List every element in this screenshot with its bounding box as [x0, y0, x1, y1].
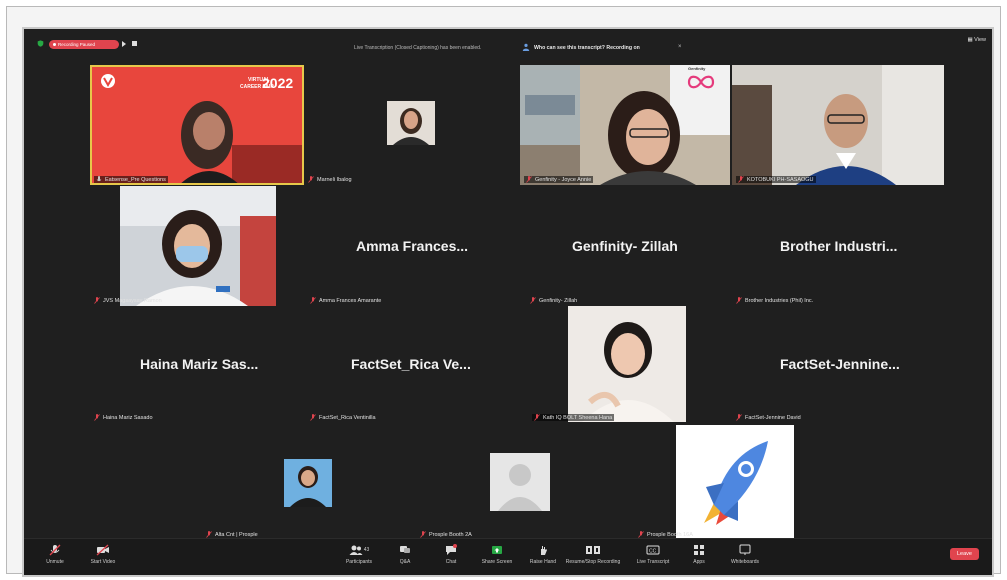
meeting-toolbar: Unmute Start Video 43 Participants Q&A C…	[24, 538, 992, 575]
participant-video: Genfinity	[520, 65, 730, 185]
participant-tile[interactable]: JVS Magsaysay Ramon	[90, 186, 304, 306]
mic-muted-icon	[420, 531, 426, 538]
mic-muted-icon	[308, 176, 314, 183]
participant-name-label: Kath IQ BOLT Sheena Hana	[532, 414, 615, 421]
share-screen-icon	[492, 546, 502, 554]
view-label: View	[974, 37, 986, 43]
participant-tile[interactable]: Prosple Booth 16A	[628, 425, 840, 541]
participant-name-label: Amma Frances Amarante	[310, 297, 381, 304]
participant-name-label: Alta Cnt | Prosple	[206, 531, 258, 538]
genfinity-logo-icon	[687, 75, 715, 89]
participant-tile[interactable]: Haina Mariz Sas... Haina Mariz Sasado	[90, 306, 304, 424]
participant-name-label: Prosple Booth 16A	[638, 531, 693, 538]
participant-tile[interactable]: Kath IQ BOLT Sheena Hana	[520, 306, 730, 424]
participant-video	[568, 306, 686, 422]
participant-tile[interactable]: Prosple Booth 2A	[414, 425, 626, 541]
mic-muted-icon	[738, 176, 744, 183]
mic-muted-icon	[736, 297, 742, 304]
chat-icon	[446, 544, 457, 555]
participant-name-label: Prosple Booth 2A	[420, 531, 472, 538]
participant-name-label: Haina Mariz Sasado	[94, 414, 153, 421]
participant-tile[interactable]: Marneli Ibalog	[308, 65, 520, 185]
participant-video	[120, 186, 276, 306]
participant-count: 43	[363, 547, 370, 553]
raise-hand-icon	[541, 546, 547, 555]
participant-name-label: Eatsense_Pre Questions	[94, 176, 168, 183]
participants-icon	[349, 545, 363, 555]
zoom-meeting-window: Recording Paused Live Transcription (Clo…	[22, 27, 994, 577]
mic-muted-icon	[310, 297, 316, 304]
recording-dot-icon	[53, 43, 56, 46]
participant-name-label: Marneli Ibalog	[308, 176, 352, 183]
meeting-topbar: Recording Paused Live Transcription (Clo…	[24, 29, 992, 57]
rocket-icon	[676, 425, 794, 541]
participant-thumbnail	[387, 101, 435, 145]
record-icon	[586, 546, 600, 554]
mic-muted-icon	[49, 544, 61, 556]
stop-recording-icon[interactable]	[132, 41, 137, 46]
participant-display-name: FactSet-Jennine...	[780, 356, 900, 372]
participant-tile[interactable]: FactSet-Jennine... FactSet-Jennine David	[732, 306, 944, 424]
screenshot-frame: Recording Paused Live Transcription (Clo…	[6, 6, 1001, 577]
transcript-visibility-link[interactable]: Who can see this transcript? Recording o…	[534, 45, 640, 51]
participant-tile[interactable]: KOTOBUKI PH-SASAOGU	[732, 65, 944, 185]
whiteboard-icon	[739, 544, 751, 555]
participant-tile[interactable]: Brother Industri... Brother Industries (…	[732, 186, 944, 306]
participant-tile[interactable]: Alta Cnt | Prosple	[200, 425, 412, 541]
participant-name-label: KOTOBUKI PH-SASAOGU	[736, 176, 816, 183]
close-notice-icon[interactable]: ×	[678, 44, 682, 50]
default-user-avatar-icon	[490, 453, 550, 511]
participant-name-label: Brother Industries (Phil) Inc.	[736, 297, 813, 304]
participant-display-name: Genfinity- Zillah	[572, 238, 678, 254]
recording-status-badge: Recording Paused	[49, 40, 119, 49]
view-button[interactable]: ▦ View	[967, 37, 986, 43]
participant-tile[interactable]: Genfinity Genfinity - Joyce Annie	[520, 65, 730, 185]
svg-text:CC: CC	[649, 549, 657, 555]
banner-year: 2022	[262, 75, 294, 91]
cc-icon: CC	[646, 545, 660, 555]
transcript-info-icon	[522, 43, 530, 51]
mic-muted-icon	[736, 414, 742, 421]
mic-muted-icon	[530, 297, 536, 304]
participant-video: VIRTUAL CAREER FAIR 2022	[90, 65, 304, 185]
participant-tile[interactable]: Amma Frances... Amma Frances Amarante	[308, 186, 520, 306]
mic-muted-icon	[638, 531, 644, 538]
video-off-icon	[96, 544, 109, 556]
genfinity-logo-text: Genfinity	[688, 66, 706, 71]
participant-name-label: JVS Magsaysay Ramon	[94, 297, 162, 304]
mic-muted-icon	[534, 414, 540, 421]
default-avatar	[490, 453, 550, 511]
participant-name-label: FactSet-Jennine David	[736, 414, 801, 421]
qa-icon	[400, 546, 410, 553]
mic-muted-icon	[206, 531, 212, 538]
participant-display-name: Amma Frances...	[356, 238, 469, 254]
leave-button[interactable]: Leave	[950, 548, 979, 560]
participant-name-label: Genfinity- Zillah	[530, 297, 577, 304]
participant-display-name: FactSet_Rica Ve...	[351, 356, 471, 372]
caption-notice: Live Transcription (Closed Captioning) h…	[354, 45, 482, 51]
resume-stop-recording-button[interactable]: Resume/Stop Recording	[564, 543, 622, 565]
participant-tile[interactable]: FactSet_Rica Ve... FactSet_Rica Ventinil…	[308, 306, 520, 424]
apps-icon	[694, 545, 704, 555]
participant-logo	[676, 425, 794, 541]
whiteboards-button[interactable]: Whiteboards	[716, 543, 774, 565]
mic-muted-icon	[94, 414, 100, 421]
participant-display-name: Haina Mariz Sas...	[140, 356, 259, 372]
security-shield-icon[interactable]	[37, 40, 44, 47]
mic-icon	[96, 176, 102, 183]
participant-video	[732, 65, 944, 185]
mic-muted-icon	[310, 414, 316, 421]
participant-tile[interactable]: VIRTUAL CAREER FAIR 2022 Eatsense_Pre Qu…	[90, 65, 304, 185]
participant-name-label: Genfinity - Joyce Annie	[524, 176, 594, 183]
participant-display-name: Brother Industri...	[780, 238, 898, 254]
start-video-button[interactable]: Start Video	[74, 543, 132, 565]
mic-muted-icon	[526, 176, 532, 183]
mic-muted-icon	[94, 297, 100, 304]
participant-thumbnail	[284, 459, 332, 507]
participant-name-label: FactSet_Rica Ventinilla	[310, 414, 376, 421]
participant-tile[interactable]: Genfinity- Zillah Genfinity- Zillah	[520, 186, 730, 306]
resume-recording-icon[interactable]	[122, 41, 126, 47]
